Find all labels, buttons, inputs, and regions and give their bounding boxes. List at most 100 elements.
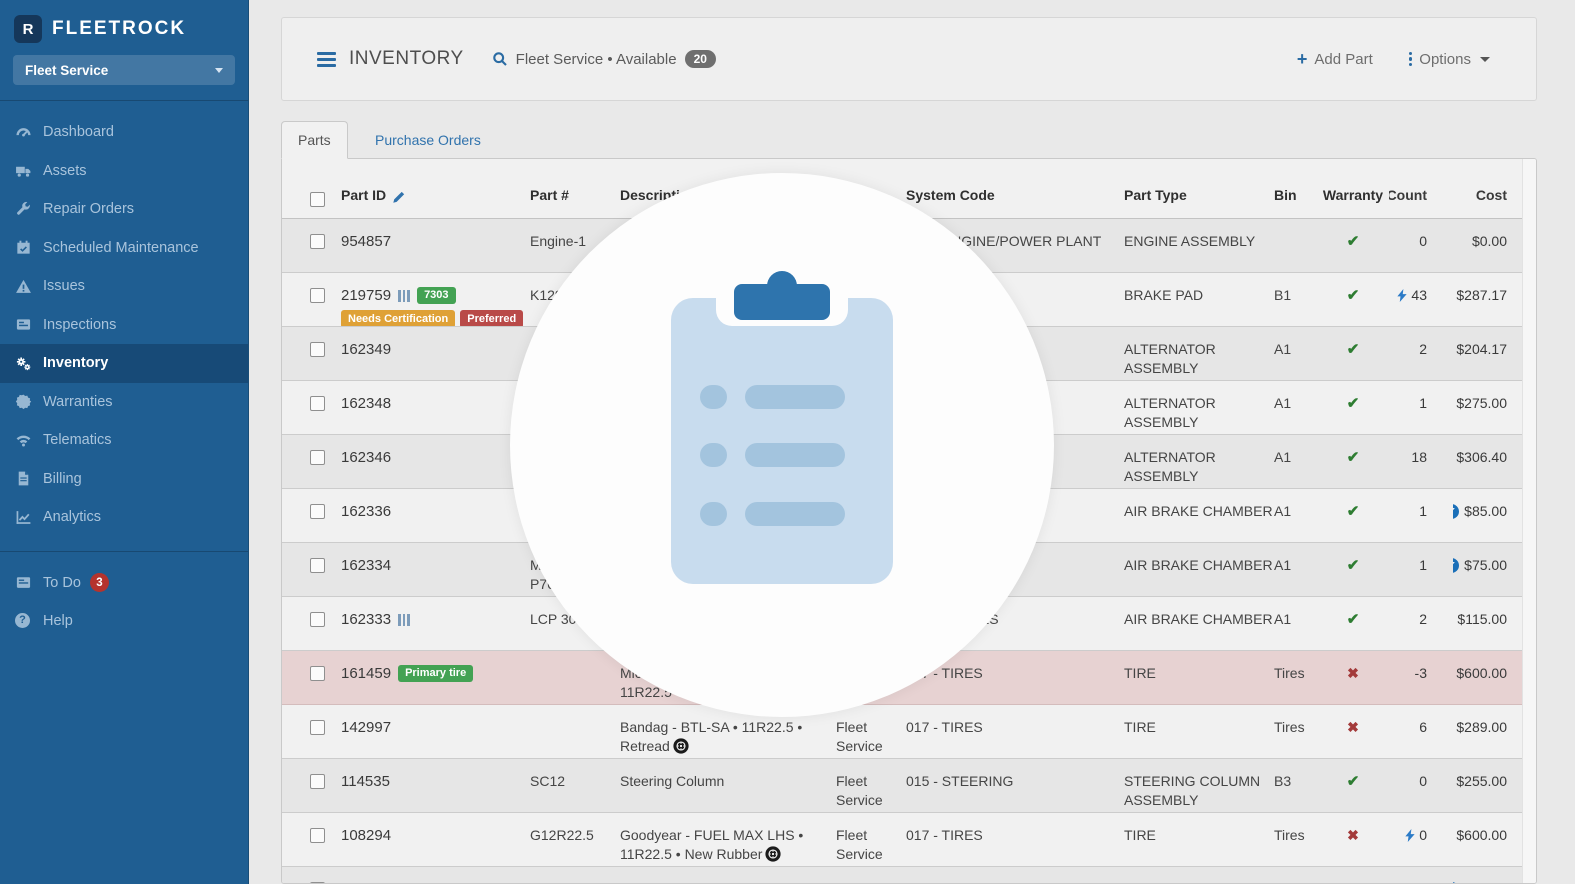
cell-bin: Tires [1274,827,1305,843]
col-cost[interactable]: Cost [1453,186,1523,218]
col-bin[interactable]: Bin [1274,186,1317,218]
sidebar-item-dashboard[interactable]: Dashboard [0,113,248,152]
row-checkbox[interactable] [310,774,325,789]
tab-parts[interactable]: Parts [281,121,348,159]
sidebar-item-repair-orders[interactable]: Repair Orders [0,190,248,229]
cost-value: $75.00 [1464,557,1507,573]
sidebar-item-inspections[interactable]: Inspections [0,306,248,345]
col-part-num[interactable]: Part # [530,186,620,218]
list-bullet-icon [700,443,727,467]
cell-part-type: TIRE [1124,665,1156,681]
count-value: 1 [1419,503,1427,519]
cell-bin: A1 [1274,503,1292,519]
part-id: 162349 [341,341,392,358]
cell-count: 2 [1389,327,1453,380]
table-scrollbar[interactable] [1522,159,1536,883]
cell-part-id: 114535 [334,759,530,812]
row-checkbox[interactable] [310,666,325,681]
sidebar-item-telematics[interactable]: Telematics [0,421,248,460]
row-checkbox[interactable] [310,504,325,519]
col-part-type[interactable]: Part Type [1124,186,1274,218]
list-line-icon [745,502,845,526]
edit-icon[interactable] [392,190,406,204]
tab-purchase-orders[interactable]: Purchase Orders [361,121,495,159]
sidebar-nav: Dashboard Assets Repair Orders Scheduled… [0,113,248,537]
part-id: 161459 [341,665,392,682]
certificate-icon [15,393,32,410]
col-warranty[interactable]: Warranty [1317,186,1389,218]
add-part-button[interactable]: + Add Part [1297,50,1373,68]
todo-count-badge: 3 [89,573,109,593]
cell-part-num: 123-b [530,867,620,883]
sidebar-item-warranties[interactable]: Warranties [0,383,248,422]
part-id-badge: Primary tire [398,664,474,683]
sidebar-item-assets[interactable]: Assets [0,152,248,191]
sidebar-item-to-do[interactable]: To Do 3 [0,564,248,603]
warranty-x-icon: ✖ [1347,827,1359,843]
cell-warranty: ✔ [1317,597,1389,650]
cell-bin: Tires [1274,719,1305,735]
verified-cost-icon: ✔ [1453,504,1460,519]
col-part-id[interactable]: Part ID [334,186,530,218]
row-checkbox[interactable] [310,234,325,249]
count-value: 43 [1411,287,1427,303]
row-checkbox[interactable] [310,828,325,843]
table-row[interactable]: 102703 123-b Belt Fleet Service 045 - EN… [282,867,1523,883]
part-id: 954857 [341,233,392,250]
sidebar-item-analytics[interactable]: Analytics [0,498,248,537]
cell-bin: A1 [1274,341,1292,357]
list-bullet-icon [700,385,727,409]
plus-icon: + [1296,49,1308,69]
row-checkbox[interactable] [310,720,325,735]
row-checkbox[interactable] [310,396,325,411]
cell-part-num: SC12 [530,773,566,789]
cell-part-id: 162348 [334,381,530,434]
part-id: 162334 [341,557,392,574]
cell-part-type: TIRE [1124,827,1156,843]
sidebar-item-issues[interactable]: Issues [0,267,248,306]
col-count[interactable]: Count [1389,186,1453,218]
bolt-icon [1405,829,1415,866]
table-row[interactable]: 108294 G12R22.5 Goodyear - FUEL MAX LHS … [282,813,1523,867]
truck-icon [15,162,32,179]
loading-overlay-circle [510,173,1054,717]
cost-value: $85.00 [1464,503,1507,519]
warning-icon [15,278,32,295]
list-bullet-icon [700,502,727,526]
row-checkbox[interactable] [310,450,325,465]
select-all-checkbox[interactable] [310,192,325,207]
row-checkbox[interactable] [310,612,325,627]
row-checkbox[interactable] [310,288,325,303]
col-system-code[interactable]: System Code [906,186,1124,218]
cell-part-id: 162333 [334,597,530,650]
table-row[interactable]: 114535 SC12 Steering Column Fleet Servic… [282,759,1523,813]
sidebar-item-scheduled-maintenance[interactable]: Scheduled Maintenance [0,229,248,268]
count-value: -3 [1414,665,1427,681]
cell-count: 0 [1389,219,1453,272]
cell-bin: A1 [1274,395,1292,411]
cell-cost: ✔ $306.40 [1453,435,1523,488]
workspace-selector[interactable]: Fleet Service [13,55,235,85]
options-button[interactable]: Options [1408,51,1490,68]
cell-cost: $289.00 [1453,705,1523,758]
menu-icon[interactable] [317,49,336,70]
cell-bin: A1 [1274,557,1292,573]
cell-part-id: 162336 [334,489,530,542]
table-row[interactable]: 142997 Bandag - BTL-SA • 11R22.5 • Retre… [282,705,1523,759]
cell-warranty: ✔ [1317,381,1389,434]
cell-system-code: 017 - TIRES [906,827,983,843]
warranty-check-icon: ✔ [1346,449,1360,466]
sidebar-item-billing[interactable]: Billing [0,460,248,499]
row-checkbox[interactable] [310,558,325,573]
sidebar-item-help[interactable]: ? Help [0,602,248,641]
cell-count: 2 [1389,597,1453,650]
sidebar-footer-nav: To Do 3 ? Help [0,564,248,641]
chevron-down-icon [215,67,223,73]
brand-logo-icon: R [14,15,42,43]
cell-part-num: G12R22.5 [530,827,594,843]
inventory-filter-button[interactable]: Fleet Service • Available 20 [492,50,716,68]
sidebar-item-inventory[interactable]: Inventory [0,344,248,383]
cell-part-id: 162346 [334,435,530,488]
row-checkbox[interactable] [310,342,325,357]
warranty-check-icon: ✔ [1346,395,1360,412]
